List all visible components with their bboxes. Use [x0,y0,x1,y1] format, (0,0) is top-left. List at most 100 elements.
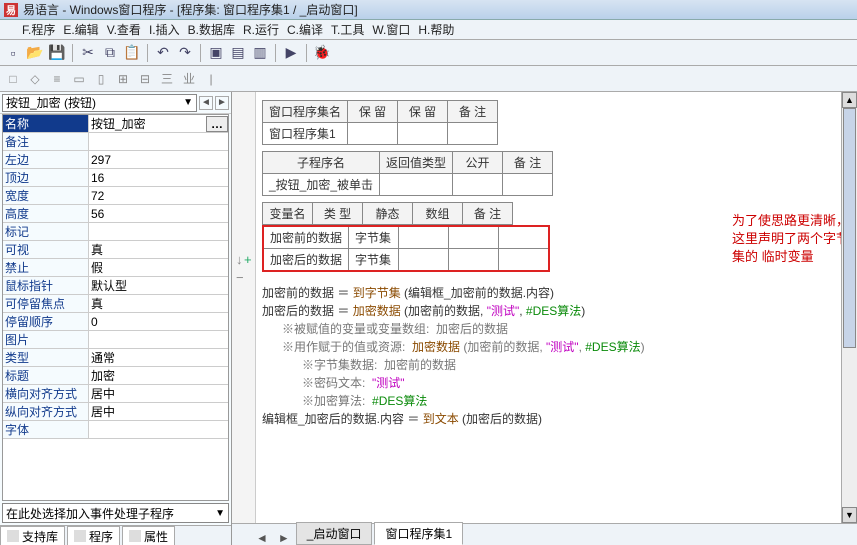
event-selector[interactable]: 在此处选择加入事件处理子程序 ▼ [2,503,229,523]
new-icon[interactable]: ▫ [4,44,22,62]
property-row[interactable]: 顶边16 [3,169,228,187]
code-line[interactable]: 加密后的数据 ＝ 加密数据 (加密前的数据, "测试", #DES算法) [262,302,857,320]
tb2-icon[interactable]: ⊞ [114,70,132,88]
menu-program[interactable]: F.程序 [22,21,55,38]
tab-properties[interactable]: 属性 [122,526,175,545]
code-comment: ※加密算法: #DES算法 [302,392,857,410]
menu-window[interactable]: W.窗口 [372,21,410,38]
property-value[interactable]: 真 [89,295,228,312]
menu-view[interactable]: V.查看 [107,21,141,38]
table-row[interactable]: 窗口程序集1 [263,123,498,145]
property-value[interactable]: 加密 [89,367,228,384]
menu-compile[interactable]: C.编译 [287,21,323,38]
code-line[interactable]: 编辑框_加密后的数据.内容 ＝ 到文本 (加密后的数据) [262,410,857,428]
property-value[interactable]: 0 [89,313,228,330]
property-row[interactable]: 可停留焦点真 [3,295,228,313]
run-icon[interactable]: ▶ [282,44,300,62]
property-row[interactable]: 纵向对齐方式居中 [3,403,228,421]
property-row[interactable]: 标记 [3,223,228,241]
code-line[interactable]: 加密前的数据 ＝ 到字节集 (编辑框_加密前的数据.内容) [262,284,857,302]
property-value[interactable]: 默认型 [89,277,228,294]
tb2-icon[interactable]: ▯ [92,70,110,88]
property-value[interactable]: 72 [89,187,228,204]
table-row[interactable]: 加密后的数据字节集 [263,249,549,272]
code-comment: ※用作赋于的值或资源: 加密数据 (加密前的数据, "测试", #DES算法) [282,338,857,356]
tab-procset1[interactable]: 窗口程序集1 [374,522,463,545]
undo-icon[interactable]: ↶ [154,44,172,62]
property-value[interactable]: 297 [89,151,228,168]
property-row[interactable]: 高度56 [3,205,228,223]
property-row[interactable]: 横向对齐方式居中 [3,385,228,403]
property-grid[interactable]: 名称按钮_加密…备注左边297顶边16宽度72高度56标记可视真禁止假鼠标指针默… [2,114,229,501]
property-value[interactable]: 通常 [89,349,228,366]
property-value[interactable]: 56 [89,205,228,222]
property-row[interactable]: 图片 [3,331,228,349]
tb2-icon[interactable]: ◇ [26,70,44,88]
property-value[interactable] [89,133,228,150]
property-row[interactable]: 左边297 [3,151,228,169]
property-row[interactable]: 字体 [3,421,228,439]
tb2-icon[interactable]: ⊟ [136,70,154,88]
menu-help[interactable]: H.帮助 [418,21,454,38]
property-label: 停留顺序 [3,313,89,330]
th: 保 留 [398,101,448,123]
menu-database[interactable]: B.数据库 [188,21,235,38]
property-row[interactable]: 禁止假 [3,259,228,277]
tab-nav-prev-icon[interactable]: ◄ [252,531,272,545]
property-value[interactable] [89,223,228,240]
tab-startup-window[interactable]: _启动窗口 [296,522,373,545]
property-value[interactable]: 居中 [89,385,228,402]
vertical-scrollbar[interactable]: ▲ ▼ [841,92,857,523]
tb2-icon[interactable]: 三 [158,70,176,88]
property-row[interactable]: 标题加密 [3,367,228,385]
property-row[interactable]: 可视真 [3,241,228,259]
paste-icon[interactable]: 📋 [123,44,141,62]
property-value[interactable]: 16 [89,169,228,186]
property-row[interactable]: 备注 [3,133,228,151]
scroll-down-icon[interactable]: ▼ [842,507,857,523]
layout3-icon[interactable]: ▥ [251,44,269,62]
property-row[interactable]: 类型通常 [3,349,228,367]
menu-run[interactable]: R.运行 [243,21,279,38]
property-row[interactable]: 名称按钮_加密… [3,115,228,133]
table-row[interactable]: _按钮_加密_被单击 [263,174,553,196]
open-icon[interactable]: 📂 [26,44,44,62]
tb2-icon[interactable]: 业 [180,70,198,88]
tab-support-lib[interactable]: 支持库 [0,526,65,545]
property-row[interactable]: 停留顺序0 [3,313,228,331]
tab-program[interactable]: 程序 [67,526,120,545]
redo-icon[interactable]: ↷ [176,44,194,62]
property-value[interactable] [89,331,228,348]
tb2-icon[interactable]: ≡ [48,70,66,88]
table-row[interactable]: 加密前的数据字节集 [263,226,549,249]
menu-tools[interactable]: T.工具 [331,21,364,38]
property-value[interactable]: 居中 [89,403,228,420]
layout1-icon[interactable]: ▣ [207,44,225,62]
code-comment: ※字节集数据: 加密前的数据 [302,356,857,374]
cut-icon[interactable]: ✂ [79,44,97,62]
property-value[interactable]: 真 [89,241,228,258]
menu-edit[interactable]: E.编辑 [63,21,98,38]
tb2-icon[interactable]: ▭ [70,70,88,88]
tab-nav-next-icon[interactable]: ► [274,531,294,545]
property-value[interactable]: 按钮_加密… [89,115,228,132]
scroll-up-icon[interactable]: ▲ [842,92,857,108]
tab-icon [129,530,141,542]
menu-insert[interactable]: I.插入 [149,21,180,38]
property-row[interactable]: 宽度72 [3,187,228,205]
save-icon[interactable]: 💾 [48,44,66,62]
scroll-thumb[interactable] [843,108,856,348]
property-value[interactable] [89,421,228,438]
ellipsis-button[interactable]: … [206,116,228,132]
property-value[interactable]: 假 [89,259,228,276]
nav-prev-icon[interactable]: ◄ [199,96,213,110]
tb2-icon[interactable]: | [202,70,220,88]
object-dropdown[interactable]: 按钮_加密 (按钮) ▼ [2,94,197,112]
debug-icon[interactable]: 🐞 [313,44,331,62]
copy-icon[interactable]: ⧉ [101,44,119,62]
toolbar-secondary: □ ◇ ≡ ▭ ▯ ⊞ ⊟ 三 业 | [0,66,857,92]
property-row[interactable]: 鼠标指针默认型 [3,277,228,295]
nav-next-icon[interactable]: ► [215,96,229,110]
layout2-icon[interactable]: ▤ [229,44,247,62]
tb2-icon[interactable]: □ [4,70,22,88]
